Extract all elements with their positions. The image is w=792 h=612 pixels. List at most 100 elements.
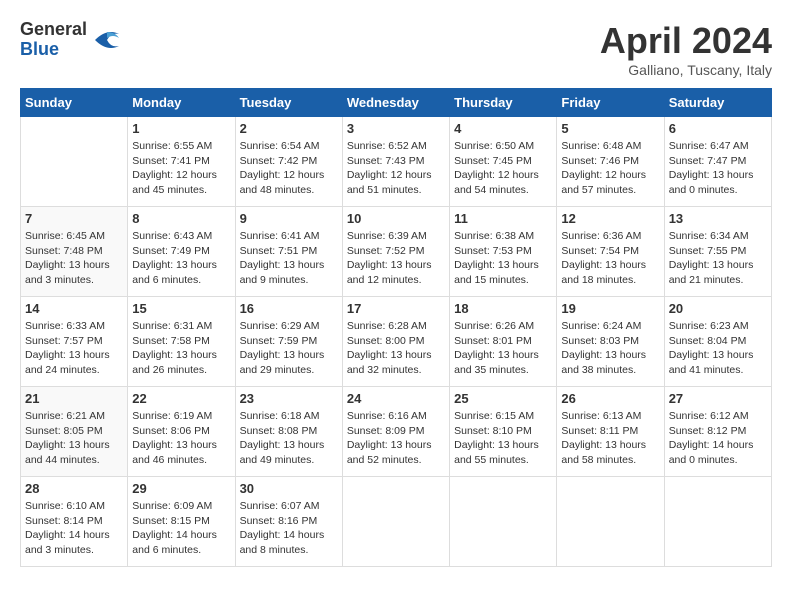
header-row: SundayMondayTuesdayWednesdayThursdayFrid… (21, 89, 772, 117)
week-row-1: 1 Sunrise: 6:55 AMSunset: 7:41 PMDaylight… (21, 117, 772, 207)
day-cell: 29Sunrise: 6:09 AMSunset: 8:15 PMDayligh… (128, 477, 235, 567)
day-cell: 11 Sunrise: 6:38 AMSunset: 7:53 PMDayligh… (450, 207, 557, 297)
day-cell: 5Sunrise: 6:48 AMSunset: 7:46 PMDaylight… (557, 117, 664, 207)
page-header: General Blue April 2024 Galliano, Tuscan… (20, 20, 772, 78)
day-cell: 3 Sunrise: 6:52 AMSunset: 7:43 PMDaylight… (342, 117, 449, 207)
day-cell: 22Sunrise: 6:19 AMSunset: 8:06 PMDayligh… (128, 387, 235, 477)
day-number: 1 (132, 121, 230, 136)
day-info: Sunrise: 6:45 AMSunset: 7:48 PMDaylight:… (25, 229, 123, 288)
header-cell-friday: Friday (557, 89, 664, 117)
day-info: Sunrise: 6:07 AMSunset: 8:16 PMDaylight:… (240, 499, 338, 558)
day-info: Sunrise: 6:09 AMSunset: 8:15 PMDaylight:… (132, 499, 230, 558)
day-cell: 6Sunrise: 6:47 AMSunset: 7:47 PMDaylight… (664, 117, 771, 207)
day-info: Sunrise: 6:43 AMSunset: 7:49 PMDaylight:… (132, 229, 230, 288)
header-cell-sunday: Sunday (21, 89, 128, 117)
day-cell: 12 Sunrise: 6:36 AMSunset: 7:54 PMDayligh… (557, 207, 664, 297)
day-info: Sunrise: 6:16 AMSunset: 8:09 PMDaylight:… (347, 409, 445, 468)
day-number: 3 (347, 121, 445, 136)
day-info: Sunrise: 6:15 AMSunset: 8:10 PMDaylight:… (454, 409, 552, 468)
day-info: Sunrise: 6:13 AMSunset: 8:11 PMDaylight:… (561, 409, 659, 468)
header-cell-saturday: Saturday (664, 89, 771, 117)
week-row-5: 28Sunrise: 6:10 AMSunset: 8:14 PMDayligh… (21, 477, 772, 567)
day-number: 23 (240, 391, 338, 406)
day-info: Sunrise: 6:36 AMSunset: 7:54 PMDaylight:… (561, 229, 659, 288)
day-info: Sunrise: 6:18 AMSunset: 8:08 PMDaylight:… (240, 409, 338, 468)
logo-blue: Blue (20, 40, 87, 60)
day-cell: 16Sunrise: 6:29 AMSunset: 7:59 PMDayligh… (235, 297, 342, 387)
day-cell: 14Sunrise: 6:33 AMSunset: 7:57 PMDayligh… (21, 297, 128, 387)
week-row-2: 7 Sunrise: 6:45 AMSunset: 7:48 PMDaylight… (21, 207, 772, 297)
day-cell (664, 477, 771, 567)
day-cell: 8 Sunrise: 6:43 AMSunset: 7:49 PMDaylight… (128, 207, 235, 297)
day-cell (450, 477, 557, 567)
day-cell: 19 Sunrise: 6:24 AMSunset: 8:03 PMDayligh… (557, 297, 664, 387)
day-cell: 27 Sunrise: 6:12 AMSunset: 8:12 PMDayligh… (664, 387, 771, 477)
day-info: Sunrise: 6:10 AMSunset: 8:14 PMDaylight:… (25, 499, 123, 558)
header-cell-thursday: Thursday (450, 89, 557, 117)
location-subtitle: Galliano, Tuscany, Italy (600, 62, 772, 78)
day-cell: 1 Sunrise: 6:55 AMSunset: 7:41 PMDaylight… (128, 117, 235, 207)
day-cell: 30 Sunrise: 6:07 AMSunset: 8:16 PMDayligh… (235, 477, 342, 567)
logo: General Blue (20, 20, 123, 60)
day-number: 19 (561, 301, 659, 316)
day-info: Sunrise: 6:26 AMSunset: 8:01 PMDaylight:… (454, 319, 552, 378)
day-info: Sunrise: 6:47 AMSunset: 7:47 PMDaylight:… (669, 139, 767, 198)
day-cell: 2Sunrise: 6:54 AMSunset: 7:42 PMDaylight… (235, 117, 342, 207)
week-row-3: 14Sunrise: 6:33 AMSunset: 7:57 PMDayligh… (21, 297, 772, 387)
day-cell: 15 Sunrise: 6:31 AMSunset: 7:58 PMDayligh… (128, 297, 235, 387)
day-info: Sunrise: 6:38 AMSunset: 7:53 PMDaylight:… (454, 229, 552, 288)
day-cell (557, 477, 664, 567)
day-cell: 20 Sunrise: 6:23 AMSunset: 8:04 PMDayligh… (664, 297, 771, 387)
day-cell: 17 Sunrise: 6:28 AMSunset: 8:00 PMDayligh… (342, 297, 449, 387)
day-number: 25 (454, 391, 552, 406)
week-row-4: 21 Sunrise: 6:21 AMSunset: 8:05 PMDayligh… (21, 387, 772, 477)
day-number: 22 (132, 391, 230, 406)
day-cell: 4 Sunrise: 6:50 AMSunset: 7:45 PMDaylight… (450, 117, 557, 207)
day-cell: 25 Sunrise: 6:15 AMSunset: 8:10 PMDayligh… (450, 387, 557, 477)
logo-icon (91, 24, 123, 56)
logo-text: General Blue (20, 20, 87, 60)
day-cell: 9Sunrise: 6:41 AMSunset: 7:51 PMDaylight… (235, 207, 342, 297)
day-number: 30 (240, 481, 338, 496)
day-number: 18 (454, 301, 552, 316)
day-number: 26 (561, 391, 659, 406)
day-number: 15 (132, 301, 230, 316)
day-info: Sunrise: 6:50 AMSunset: 7:45 PMDaylight:… (454, 139, 552, 198)
title-block: April 2024 Galliano, Tuscany, Italy (600, 20, 772, 78)
day-info: Sunrise: 6:24 AMSunset: 8:03 PMDaylight:… (561, 319, 659, 378)
day-info: Sunrise: 6:12 AMSunset: 8:12 PMDaylight:… (669, 409, 767, 468)
day-number: 7 (25, 211, 123, 226)
day-number: 17 (347, 301, 445, 316)
day-number: 27 (669, 391, 767, 406)
day-cell: 26 Sunrise: 6:13 AMSunset: 8:11 PMDayligh… (557, 387, 664, 477)
day-number: 2 (240, 121, 338, 136)
day-number: 24 (347, 391, 445, 406)
day-info: Sunrise: 6:23 AMSunset: 8:04 PMDaylight:… (669, 319, 767, 378)
day-number: 4 (454, 121, 552, 136)
logo-general: General (20, 20, 87, 40)
day-number: 12 (561, 211, 659, 226)
day-info: Sunrise: 6:52 AMSunset: 7:43 PMDaylight:… (347, 139, 445, 198)
day-info: Sunrise: 6:33 AMSunset: 7:57 PMDaylight:… (25, 319, 123, 378)
day-cell (342, 477, 449, 567)
header-cell-tuesday: Tuesday (235, 89, 342, 117)
day-number: 5 (561, 121, 659, 136)
header-cell-wednesday: Wednesday (342, 89, 449, 117)
day-number: 20 (669, 301, 767, 316)
calendar-table: SundayMondayTuesdayWednesdayThursdayFrid… (20, 88, 772, 567)
day-number: 11 (454, 211, 552, 226)
day-cell: 24 Sunrise: 6:16 AMSunset: 8:09 PMDayligh… (342, 387, 449, 477)
day-info: Sunrise: 6:55 AMSunset: 7:41 PMDaylight:… (132, 139, 230, 198)
header-cell-monday: Monday (128, 89, 235, 117)
day-cell: 13Sunrise: 6:34 AMSunset: 7:55 PMDayligh… (664, 207, 771, 297)
day-cell: 23 Sunrise: 6:18 AMSunset: 8:08 PMDayligh… (235, 387, 342, 477)
day-cell: 10Sunrise: 6:39 AMSunset: 7:52 PMDayligh… (342, 207, 449, 297)
day-info: Sunrise: 6:28 AMSunset: 8:00 PMDaylight:… (347, 319, 445, 378)
day-cell: 7 Sunrise: 6:45 AMSunset: 7:48 PMDaylight… (21, 207, 128, 297)
day-info: Sunrise: 6:21 AMSunset: 8:05 PMDaylight:… (25, 409, 123, 468)
day-cell: 21 Sunrise: 6:21 AMSunset: 8:05 PMDayligh… (21, 387, 128, 477)
day-info: Sunrise: 6:39 AMSunset: 7:52 PMDaylight:… (347, 229, 445, 288)
day-number: 8 (132, 211, 230, 226)
day-info: Sunrise: 6:31 AMSunset: 7:58 PMDaylight:… (132, 319, 230, 378)
day-number: 21 (25, 391, 123, 406)
